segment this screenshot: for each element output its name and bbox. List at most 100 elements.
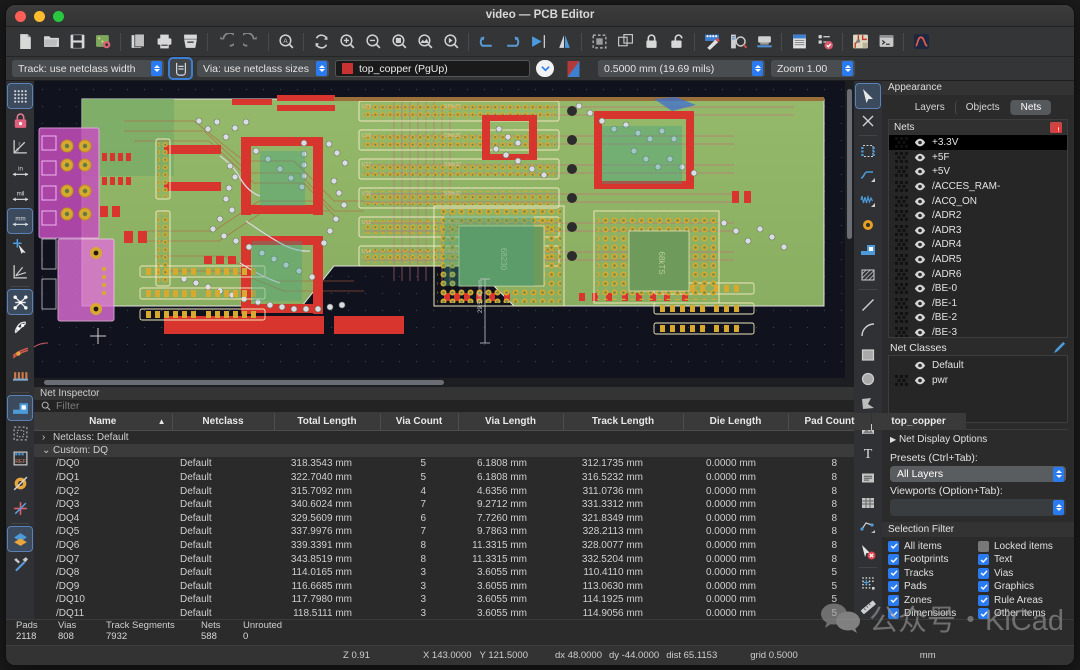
column-header-via-count[interactable]: Via Count (380, 413, 458, 430)
table-row[interactable]: /DQ9Default116.6685 mm33.6055 mm113.0630… (34, 580, 966, 594)
nets-list[interactable]: +3.3V+5F+5V/ACCES_RAM-/ACQ_ON/ADR2/ADR3/… (889, 135, 1067, 337)
eye-icon[interactable] (914, 167, 926, 176)
rotate-ccw-icon[interactable] (473, 29, 499, 55)
tools-icon[interactable] (8, 552, 32, 576)
net-color-swatch[interactable] (895, 166, 908, 177)
selection-filter-item[interactable]: Other items (978, 608, 1068, 619)
add-text-icon[interactable]: T (856, 441, 880, 465)
lock-icon[interactable] (638, 29, 664, 55)
tab-layers[interactable]: Layers (905, 100, 955, 115)
footprint-sketch-icon[interactable]: REF (8, 446, 32, 470)
selection-filter-item[interactable]: All items (888, 541, 978, 552)
zoom-stepper[interactable] (842, 61, 853, 76)
eye-icon[interactable] (914, 153, 926, 162)
selection-filter-item[interactable]: Text (978, 554, 1068, 565)
add-footprint-icon[interactable] (856, 139, 880, 163)
draw-arc-icon[interactable] (856, 318, 880, 342)
track-width-stepper[interactable] (151, 61, 162, 76)
measure-tool-icon[interactable] (856, 595, 880, 619)
selection-filter-item[interactable]: Graphics (978, 581, 1068, 592)
units-inches-icon[interactable]: in (8, 159, 32, 183)
net-list-item[interactable]: /ADR3 (889, 223, 1067, 238)
net-color-swatch[interactable] (895, 225, 908, 236)
net-color-swatch[interactable] (895, 327, 908, 337)
zoom-fit-icon[interactable] (386, 29, 412, 55)
checkbox[interactable] (978, 541, 989, 552)
net-group-row[interactable]: ›Netclass: Default (34, 430, 966, 444)
net-warning-icon[interactable] (1050, 122, 1062, 133)
refresh-icon[interactable] (308, 29, 334, 55)
3d-layers-icon[interactable] (8, 527, 32, 551)
selection-filter-item[interactable]: Tracks (888, 568, 978, 579)
flip-horizontal-icon[interactable] (525, 29, 551, 55)
grid-origin-icon[interactable] (8, 109, 32, 133)
footprint-viewer-icon[interactable] (725, 29, 751, 55)
new-file-icon[interactable] (12, 29, 38, 55)
board-view-icon[interactable] (847, 29, 873, 55)
tab-objects[interactable]: Objects (955, 100, 1010, 115)
pcb-canvas[interactable]: U19U18U17 U16U12U14 SIMx32SIMx32SIMx32 S… (34, 81, 854, 387)
table-row[interactable]: /DQ1Default322.7040 mm56.1808 mm316.5232… (34, 471, 966, 485)
net-color-swatch[interactable] (895, 283, 908, 294)
hide-vias-icon[interactable] (8, 471, 32, 495)
redo-icon[interactable] (238, 29, 264, 55)
toggle-grid-icon[interactable] (8, 84, 32, 108)
draw-line-icon[interactable] (856, 293, 880, 317)
net-list-item[interactable]: /ACQ_ON (889, 194, 1067, 209)
eye-icon[interactable] (914, 226, 926, 235)
net-list-item[interactable]: +3.3V (889, 135, 1067, 150)
checkbox[interactable] (888, 581, 899, 592)
column-header-top-copper[interactable]: top_copper (871, 413, 966, 430)
unlock-icon[interactable] (664, 29, 690, 55)
checkbox[interactable] (888, 554, 899, 565)
layer-pair-icon[interactable] (560, 56, 586, 82)
open-folder-icon[interactable] (38, 29, 64, 55)
zoom-area-icon[interactable] (438, 29, 464, 55)
net-color-swatch[interactable] (895, 210, 908, 221)
add-table-icon[interactable] (856, 491, 880, 515)
footprint-editor-icon[interactable] (699, 29, 725, 55)
set-origin-icon[interactable] (856, 571, 880, 595)
add-rule-area-icon[interactable] (856, 263, 880, 287)
add-zone-icon[interactable] (856, 238, 880, 262)
curved-ratsnest-icon[interactable] (8, 315, 32, 339)
print-icon[interactable] (151, 29, 177, 55)
units-mils-icon[interactable]: mil (8, 184, 32, 208)
net-list-item[interactable]: /ADR2 (889, 208, 1067, 223)
table-row[interactable]: /DQ10Default117.7980 mm33.6055 mm114.192… (34, 593, 966, 607)
net-list-item[interactable]: /BE-2 (889, 311, 1067, 326)
eye-icon[interactable] (914, 255, 926, 264)
selection-filter-item[interactable]: Locked items (978, 541, 1068, 552)
net-filter-input[interactable]: Filter (56, 400, 79, 412)
route-differential-pair-icon[interactable] (856, 189, 880, 213)
net-list-item[interactable]: /ADR5 (889, 252, 1067, 267)
net-list-item[interactable]: +5V (889, 165, 1067, 180)
column-header-total-length[interactable]: Total Length (274, 413, 380, 430)
eye-icon[interactable] (914, 299, 926, 308)
net-class-item[interactable]: pwr (889, 373, 1067, 388)
undo-icon[interactable] (212, 29, 238, 55)
selection-filter-item[interactable]: Footprints (888, 554, 978, 565)
via-size-stepper[interactable] (316, 61, 327, 76)
eye-icon[interactable] (914, 284, 926, 293)
track-netclass-lock-icon[interactable] (170, 59, 191, 78)
3d-viewer-icon[interactable] (751, 29, 777, 55)
draw-circle-icon[interactable] (856, 367, 880, 391)
zoom-objects-icon[interactable] (412, 29, 438, 55)
full-crosshair-icon[interactable] (8, 234, 32, 258)
eye-icon[interactable] (914, 361, 926, 370)
table-row[interactable]: /DQ3Default340.6024 mm79.2712 mm331.3312… (34, 498, 966, 512)
net-color-swatch[interactable] (895, 181, 908, 192)
eye-icon[interactable] (914, 376, 926, 385)
checkbox[interactable] (978, 581, 989, 592)
selection-filter-item[interactable]: Dimensions (888, 608, 978, 619)
via-size-select[interactable]: Via: use netclass sizes (197, 60, 329, 77)
zoom-out-icon[interactable] (360, 29, 386, 55)
net-class-color-swatch[interactable] (895, 375, 908, 386)
find-icon[interactable]: A (273, 29, 299, 55)
route-track-icon[interactable] (856, 164, 880, 188)
select-cursor-icon[interactable] (856, 84, 880, 108)
selection-filter-item[interactable]: Pads (888, 581, 978, 592)
net-list-item[interactable]: +5F (889, 150, 1067, 165)
net-color-swatch[interactable] (895, 254, 908, 265)
